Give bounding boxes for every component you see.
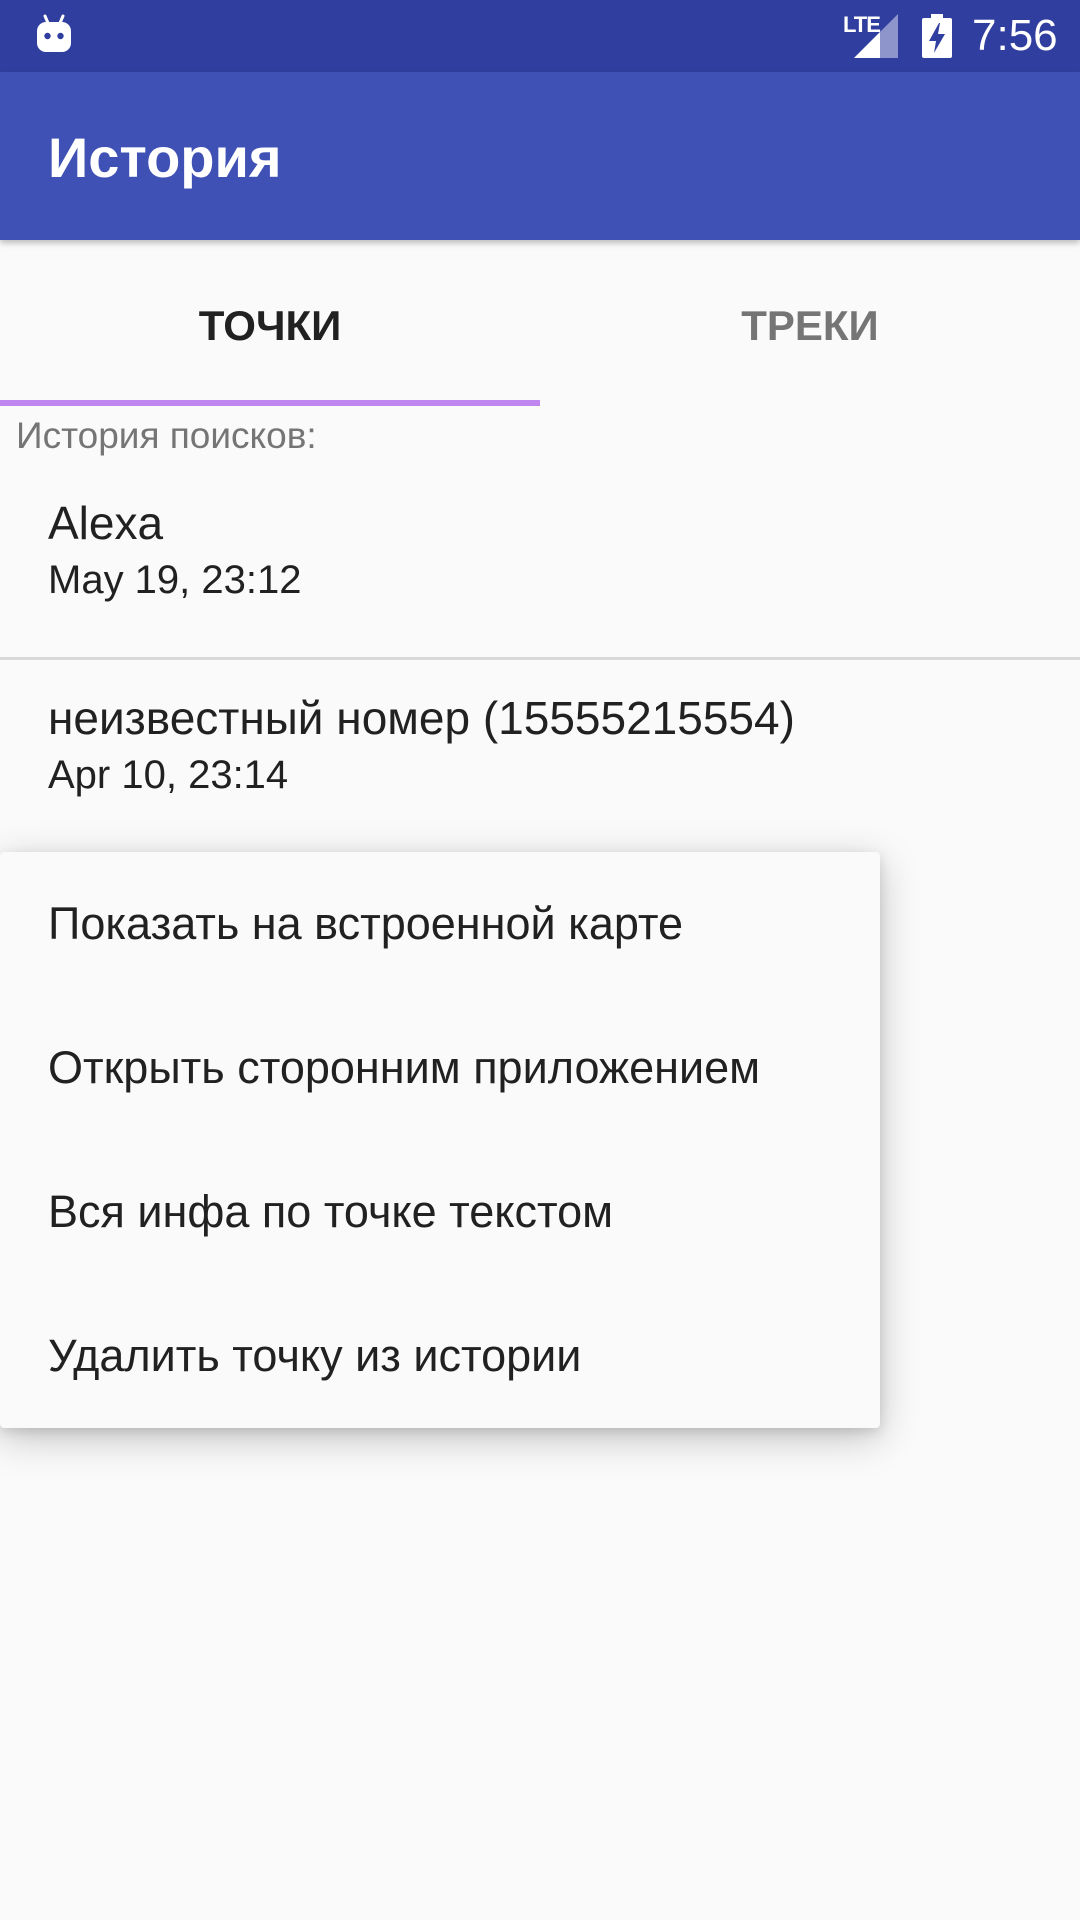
- tab-indicator: [0, 400, 540, 406]
- page-title: История: [48, 126, 282, 189]
- history-item-date: Apr 10, 23:14: [48, 753, 289, 797]
- tab-tracks[interactable]: ТРЕКИ: [540, 240, 1080, 408]
- tab-points[interactable]: ТОЧКИ: [0, 240, 540, 408]
- android-robot-icon: [37, 14, 71, 52]
- battery-charging-icon: [922, 14, 952, 58]
- menu-item-delete-from-history[interactable]: Удалить точку из истории: [0, 1284, 880, 1428]
- lte-signal-icon: [854, 14, 898, 58]
- history-item-name: Alexa: [48, 497, 164, 549]
- search-history-label: История поисков:: [16, 415, 317, 456]
- menu-item-show-on-map[interactable]: Показать на встроенной карте: [0, 852, 880, 996]
- history-item-date: May 19, 23:12: [48, 558, 302, 602]
- history-item-name: неизвестный номер (15555215554): [48, 692, 795, 744]
- history-list-item[interactable]: Alexa May 19, 23:12: [0, 495, 1080, 675]
- history-list-item[interactable]: неизвестный номер (15555215554) Apr 10, …: [0, 690, 1080, 870]
- status-bar: LTE 7:56: [0, 0, 1080, 72]
- list-divider: [0, 657, 1080, 660]
- tab-tracks-label: ТРЕКИ: [741, 302, 879, 349]
- tab-bar: ТОЧКИ ТРЕКИ: [0, 240, 1080, 408]
- menu-item-open-external-app[interactable]: Открыть сторонним приложением: [0, 996, 880, 1140]
- menu-item-point-info-text[interactable]: Вся инфа по точке текстом: [0, 1140, 880, 1284]
- app-bar: История: [0, 72, 1080, 240]
- tab-points-label: ТОЧКИ: [198, 302, 342, 349]
- context-menu: Показать на встроенной карте Открыть сто…: [0, 852, 880, 1428]
- status-clock: 7:56: [972, 11, 1058, 60]
